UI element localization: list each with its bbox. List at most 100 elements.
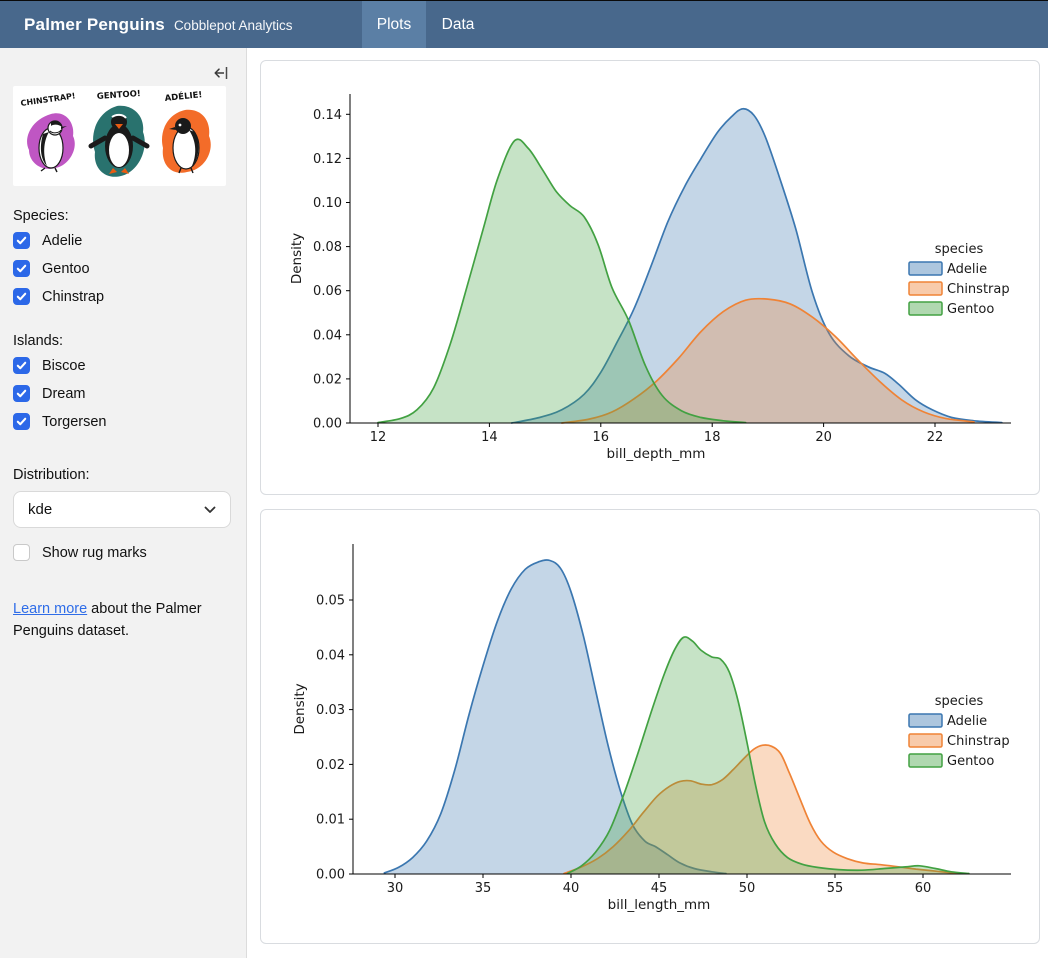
legend-title: species [935,694,984,709]
gentoo-label: GENTOO! [97,89,142,102]
checkbox-box[interactable] [13,260,30,277]
card-bill-length-plot: 30 35 40 45 50 55 60 0.00 0.01 0.02 0.03 0.04 0.05 bi… [260,509,1040,944]
distribution-select-value: kde [28,501,52,518]
checkbox-label: Torgersen [42,414,106,430]
check-icon [16,360,27,371]
legend-label-gentoo: Gentoo [947,302,994,317]
legend-swatch-adelie [909,714,942,727]
x-tick-label: 60 [915,881,932,896]
x-tick-label: 30 [387,881,404,896]
legend-label-adelie: Adelie [947,714,987,729]
y-tick-label: 0.02 [316,758,345,773]
checkbox-adelie[interactable]: Adelie [13,232,232,249]
y-tick-label: 0.02 [313,372,342,387]
x-tick-label: 20 [815,430,832,445]
check-icon [16,235,27,246]
x-tick-label: 50 [739,881,756,896]
checkbox-box[interactable] [13,288,30,305]
islands-label: Islands: [13,331,232,351]
checkbox-label: Show rug marks [42,545,147,561]
tab-plots[interactable]: Plots [362,1,426,48]
dataset-note: Learn more about the Palmer Penguins dat… [13,598,218,642]
checkbox-label: Gentoo [42,261,90,277]
checkbox-box[interactable] [13,413,30,430]
penguins-artwork-image: CHINSTRAP! GENTOO! ADÉLIE! [13,86,226,186]
checkbox-torgersen[interactable]: Torgersen [13,413,232,430]
x-tick-label: 18 [704,430,721,445]
x-axis-label: bill_depth_mm [607,446,706,462]
checkbox-box[interactable] [13,385,30,402]
learn-more-link[interactable]: Learn more [13,601,87,617]
x-tick-label: 14 [481,430,498,445]
islands-checkbox-group: Biscoe Dream Torgersen [13,357,232,430]
y-tick-label: 0.08 [313,240,342,255]
legend-swatch-adelie [909,262,942,275]
checkbox-show-rug-marks[interactable]: Show rug marks [13,544,232,561]
y-tick-label: 0.12 [313,152,342,167]
card-bill-depth-plot: 12 14 16 18 20 22 0.00 0.02 0.04 0.06 0.08 0.10 0.12… [260,60,1040,495]
x-tick-label: 22 [927,430,944,445]
check-icon [16,388,27,399]
x-tick-label: 35 [475,881,492,896]
check-icon [16,263,27,274]
check-icon [16,416,27,427]
y-tick-label: 0.04 [313,328,342,343]
legend-swatch-gentoo [909,302,942,315]
y-tick-label: 0.10 [313,196,342,211]
chinstrap-label: CHINSTRAP! [20,91,76,108]
x-tick-label: 16 [593,430,610,445]
bill-length-density-plot: 30 35 40 45 50 55 60 0.00 0.01 0.02 0.03 0.04 0.05 bi… [261,510,1039,943]
legend-swatch-chinstrap [909,282,942,295]
y-tick-label: 0.05 [316,594,345,609]
checkbox-gentoo[interactable]: Gentoo [13,260,232,277]
checkbox-label: Chinstrap [42,289,104,305]
sidebar-collapse-button[interactable] [211,63,231,83]
tab-data[interactable]: Data [426,1,490,48]
x-tick-label: 40 [563,881,580,896]
species-label: Species: [13,206,232,226]
adelie-label: ADÉLIE! [164,88,203,104]
checkbox-dream[interactable]: Dream [13,385,232,402]
checkbox-box[interactable] [13,232,30,249]
legend-swatch-gentoo [909,754,942,767]
nav-tabs: Plots Data [362,1,490,48]
brand: Palmer Penguins Cobblepot Analytics [24,15,293,35]
checkbox-label: Dream [42,386,86,402]
species-checkbox-group: Adelie Gentoo Chinstrap [13,232,232,305]
y-tick-label: 0.06 [313,284,342,299]
x-tick-label: 12 [370,430,387,445]
x-axis-label: bill_length_mm [608,897,711,913]
penguins-artwork: CHINSTRAP! GENTOO! ADÉLIE! [13,86,226,186]
legend-swatch-chinstrap [909,734,942,747]
checkbox-biscoe[interactable]: Biscoe [13,357,232,374]
chevron-down-icon [204,506,216,514]
legend-label-gentoo: Gentoo [947,754,994,769]
x-tick-label: 45 [651,881,668,896]
y-tick-label: 0.04 [316,648,345,663]
legend-title: species [935,242,984,257]
y-axis-label: Density [292,683,308,734]
checkbox-box[interactable] [13,544,30,561]
legend-label-chinstrap: Chinstrap [947,734,1010,749]
check-icon [16,291,27,302]
y-axis-label: Density [289,233,305,284]
distribution-label: Distribution: [13,465,232,485]
checkbox-label: Adelie [42,233,82,249]
app-subtitle: Cobblepot Analytics [174,18,293,33]
arrow-bar-left-icon [212,64,230,82]
legend-label-chinstrap: Chinstrap [947,282,1010,297]
checkbox-box[interactable] [13,357,30,374]
distribution-select[interactable]: kde [13,491,231,528]
app-title: Palmer Penguins [24,15,165,35]
y-tick-label: 0.03 [316,703,345,718]
y-tick-label: 0.14 [313,108,342,123]
x-tick-label: 55 [827,881,844,896]
sidebar: CHINSTRAP! GENTOO! ADÉLIE! Species: Adel… [0,48,247,958]
legend-label-adelie: Adelie [947,262,987,277]
bill-depth-density-plot: 12 14 16 18 20 22 0.00 0.02 0.04 0.06 0.08 0.10 0.12… [261,61,1039,494]
checkbox-chinstrap[interactable]: Chinstrap [13,288,232,305]
y-tick-label: 0.00 [313,417,342,432]
y-tick-label: 0.00 [316,868,345,883]
navbar: Palmer Penguins Cobblepot Analytics Plot… [0,0,1048,48]
y-tick-label: 0.01 [316,813,345,828]
